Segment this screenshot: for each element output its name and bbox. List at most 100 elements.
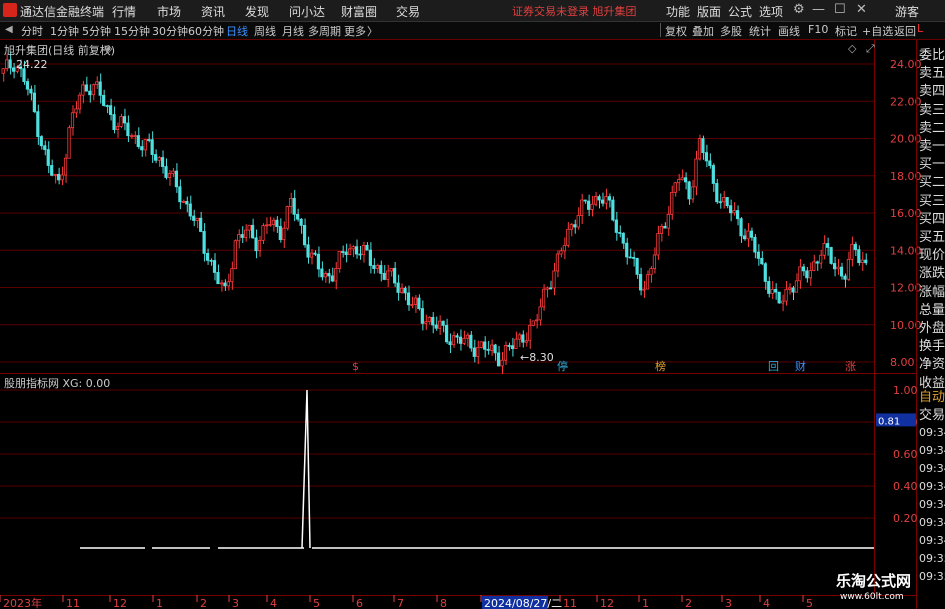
candle-body	[427, 316, 431, 323]
candle-body	[517, 334, 521, 340]
candle-body	[843, 275, 847, 280]
x-tick-label: 3	[725, 597, 732, 609]
maximize-icon[interactable]: ☐	[834, 2, 846, 17]
tool-huaxian[interactable]: 画线	[778, 23, 800, 39]
candle-body	[760, 257, 764, 265]
candle-body	[784, 288, 788, 302]
candle-body	[140, 146, 144, 151]
candle-body	[632, 257, 636, 259]
candle-body	[91, 84, 95, 96]
period-15min[interactable]: 15分钟	[114, 23, 150, 39]
candle-body	[413, 297, 418, 305]
candle-body	[576, 215, 580, 228]
period-more[interactable]: 更多	[344, 23, 366, 39]
tool-duogu[interactable]: 多股	[720, 23, 742, 39]
candle-body	[787, 287, 792, 290]
period-multi[interactable]: 多周期	[308, 23, 341, 39]
period-1min[interactable]: 1分钟	[50, 23, 79, 39]
candle-body	[147, 139, 151, 141]
candle-body	[306, 244, 310, 258]
candle-body	[694, 158, 698, 188]
menu-xuanxiang[interactable]: 选项	[759, 3, 783, 20]
candle-body	[853, 243, 857, 251]
tool-biaoji[interactable]: 标记	[835, 23, 857, 39]
period-30min[interactable]: 30分钟	[152, 23, 188, 39]
candle-body	[583, 199, 587, 202]
candle-body	[302, 225, 307, 246]
period-monthly[interactable]: 月线	[282, 23, 304, 39]
candle-body	[344, 251, 348, 255]
menu-zixun[interactable]: 资讯	[201, 3, 225, 20]
close-icon[interactable]: ✕	[856, 2, 867, 17]
candle-body	[372, 265, 376, 269]
candle-body	[822, 243, 826, 256]
candle-body	[438, 320, 442, 329]
candle-body	[746, 230, 750, 240]
x-tick-label: 7	[397, 597, 404, 609]
period-60min[interactable]: 60分钟	[188, 23, 224, 39]
event-marker: 涨	[845, 360, 856, 373]
y-tick-label: 8.00	[890, 356, 915, 369]
tool-back[interactable]: 返回	[894, 23, 916, 39]
candle-body	[812, 261, 816, 272]
tool-add-watchlist[interactable]: +自选	[862, 23, 893, 39]
period-fenshi[interactable]: 分时	[21, 23, 43, 39]
x-tick-label: 11	[66, 597, 80, 609]
menu-banmian[interactable]: 版面	[697, 3, 721, 20]
candle-body	[469, 334, 473, 349]
candle-body	[143, 139, 147, 151]
side-label: 现价	[919, 248, 945, 264]
candle-body	[108, 105, 113, 115]
menu-wenxiaoda[interactable]: 问小达	[289, 3, 325, 20]
menu-hangqing[interactable]: 行情	[112, 3, 136, 20]
expand-icon[interactable]: ⤢	[866, 42, 875, 56]
period-weekly[interactable]: 周线	[254, 23, 276, 39]
candle-body	[819, 254, 823, 264]
candle-body	[829, 247, 833, 264]
minimize-icon[interactable]: —	[812, 2, 825, 17]
candle-body	[174, 170, 178, 188]
period-daily[interactable]: 日线	[226, 23, 248, 39]
candle-body	[150, 139, 154, 155]
tool-fuquan[interactable]: 复权	[665, 23, 687, 39]
diamond-icon[interactable]: ◇	[848, 42, 856, 55]
candle-body	[5, 59, 9, 70]
candle-body	[857, 249, 861, 264]
guest-label[interactable]: 游客	[895, 3, 919, 20]
menu-faxian[interactable]: 发现	[245, 3, 269, 20]
more-chevron-icon[interactable]: 〉	[367, 23, 378, 39]
menu-gongshi[interactable]: 公式	[728, 3, 752, 20]
indicator-y-tick: 0.40	[893, 480, 918, 493]
side-lower-label[interactable]: 自动	[919, 386, 945, 405]
tool-diejia[interactable]: 叠加	[692, 23, 714, 39]
candle-body	[774, 288, 778, 293]
candle-body	[268, 224, 272, 226]
tool-f10[interactable]: F10	[808, 23, 828, 36]
candle-body	[697, 138, 702, 160]
candle-body	[611, 199, 615, 221]
chart-menu-icon[interactable]: ◈	[104, 42, 112, 55]
candle-body	[264, 224, 269, 227]
indicator-y-tick: 0.20	[893, 512, 918, 525]
candle-body	[638, 273, 643, 291]
menu-jiaoyi[interactable]: 交易	[396, 3, 420, 20]
xg-spike	[301, 389, 311, 549]
candle-body	[337, 251, 341, 269]
candle-body	[167, 173, 172, 178]
candle-body	[808, 270, 812, 279]
x-tick-label: 2023年	[3, 596, 42, 609]
menu-shichang[interactable]: 市场	[157, 3, 181, 20]
side-lower-label[interactable]: 交易	[919, 404, 945, 423]
settings-icon[interactable]: ⚙	[793, 2, 805, 17]
candle-body	[129, 135, 133, 138]
side-label: 卖三	[919, 102, 945, 118]
menu-caifuquan[interactable]: 财富圈	[341, 3, 377, 20]
candle-body	[126, 122, 130, 137]
price-chart[interactable]: 24.0022.0020.0018.0016.0014.0012.0010.00…	[0, 40, 945, 609]
period-5min[interactable]: 5分钟	[82, 23, 111, 39]
candle-body	[36, 111, 40, 137]
tool-tongji[interactable]: 统计	[749, 23, 771, 39]
candle-body	[476, 347, 480, 357]
collapse-icon[interactable]: ◀	[5, 24, 13, 35]
menu-gongneng[interactable]: 功能	[666, 3, 690, 20]
